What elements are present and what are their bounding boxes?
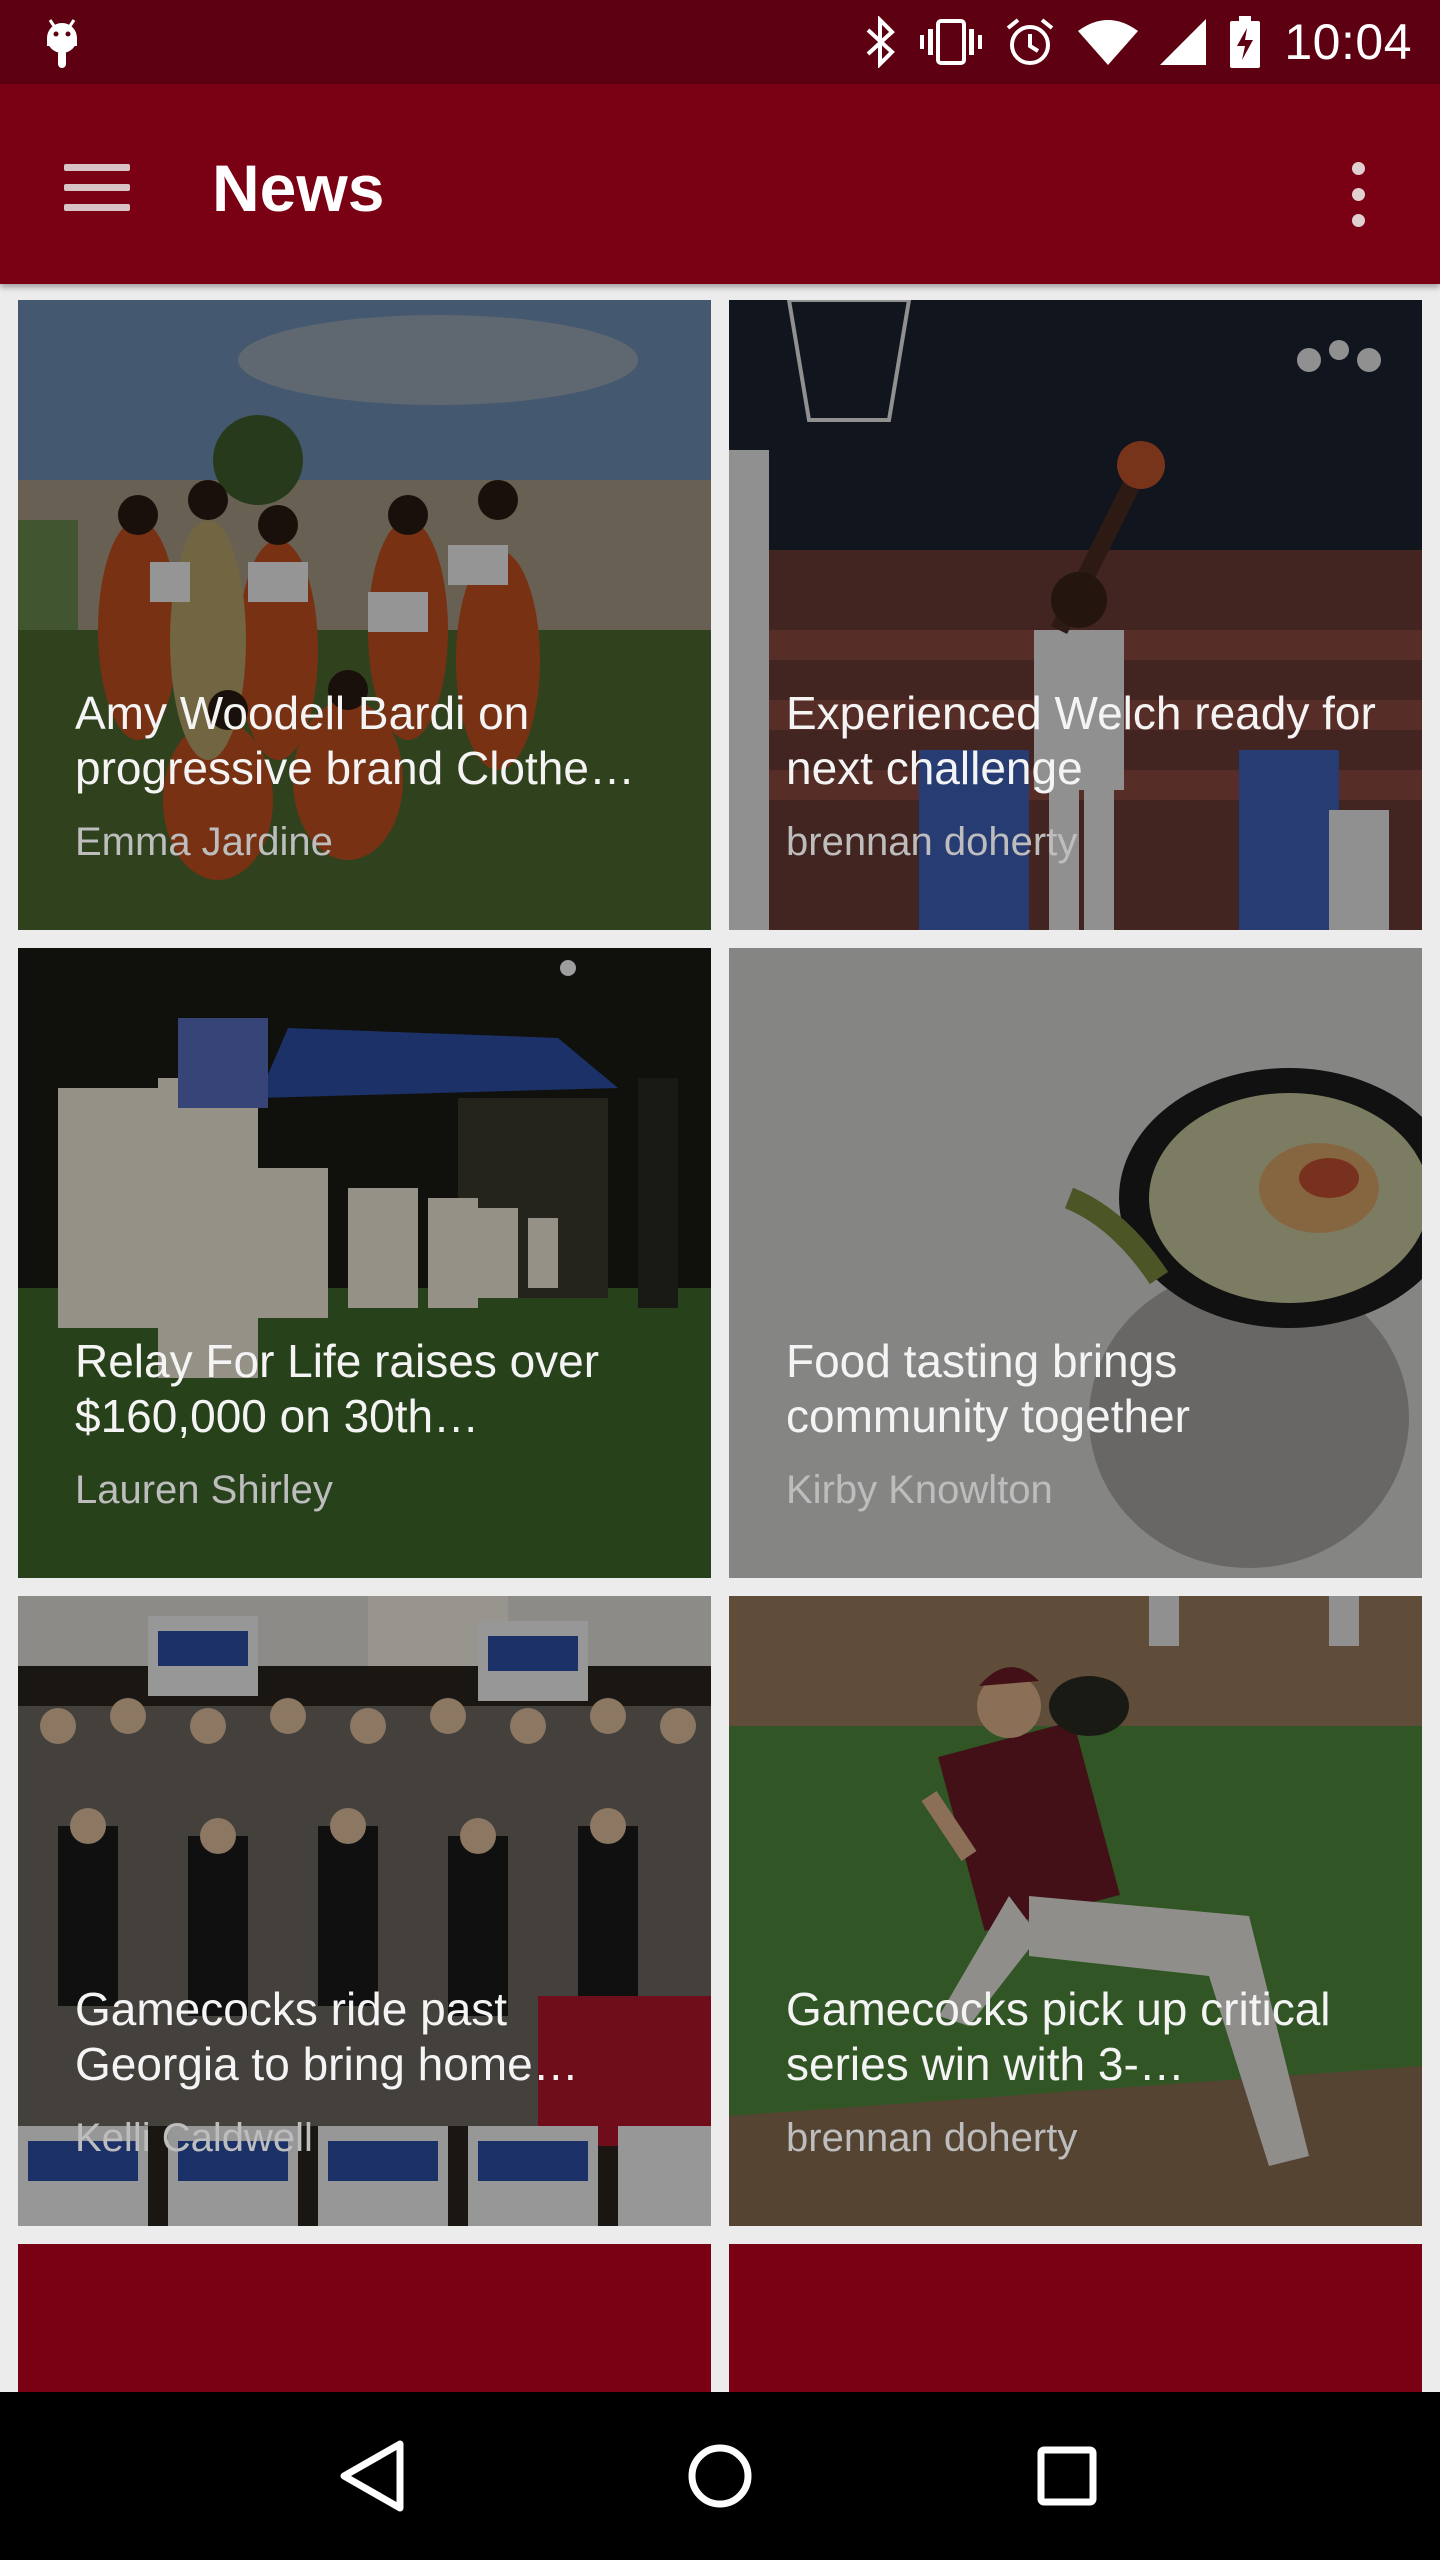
article-card[interactable]: Food tasting brings community together K… [729,948,1422,1578]
signal-icon [1160,19,1207,65]
more-vert-icon[interactable] [1328,154,1388,234]
article-card[interactable]: Gamecocks ride past Georgia to bring hom… [18,1596,711,2226]
system-nav-bar [0,2392,1440,2560]
home-icon[interactable] [660,2416,780,2536]
article-card[interactable]: Relay For Life raises over $160,000 on 3… [18,948,711,1578]
article-author: brennan doherty [786,2116,1078,2160]
android-debug-icon [47,19,77,68]
wifi-icon [1078,20,1139,65]
article-card[interactable]: Experienced Welch ready for next challen… [729,300,1422,930]
article-card[interactable]: Amy Woodell Bardi on progressive brand C… [18,300,711,930]
vibrate-icon [920,19,983,65]
article-title: Gamecocks pick up critical series win wi… [786,1983,1331,2090]
article-author: Kirby Knowlton [786,1468,1053,1512]
battery-charging-icon [1230,16,1261,68]
article-card-placeholder[interactable] [729,2244,1422,2394]
article-card-placeholder[interactable] [18,2244,711,2394]
article-card[interactable]: Gamecocks pick up critical series win wi… [729,1596,1422,2226]
clock: 10:04 [1284,14,1412,70]
article-author: Lauren Shirley [75,1468,333,1512]
article-title: Experienced Welch ready for next challen… [786,687,1376,794]
app-bar: News [0,84,1440,284]
status-bar: 10:04 [0,0,1440,84]
alarm-icon [1007,18,1054,65]
bluetooth-icon [867,16,896,68]
hamburger-menu-icon[interactable] [52,142,142,232]
article-author: Kelli Caldwell [75,2116,313,2160]
page-title: News [212,151,385,225]
article-title: Amy Woodell Bardi on progressive brand C… [75,687,635,794]
article-title: Relay For Life raises over $160,000 on 3… [75,1335,600,1442]
recents-icon[interactable] [1007,2416,1127,2536]
article-title: Food tasting brings community together [786,1335,1190,1442]
article-author: brennan doherty [786,820,1078,864]
article-author: Emma Jardine [75,820,333,864]
article-title: Gamecocks ride past Georgia to bring hom… [75,1983,579,2090]
back-icon[interactable] [313,2416,433,2536]
